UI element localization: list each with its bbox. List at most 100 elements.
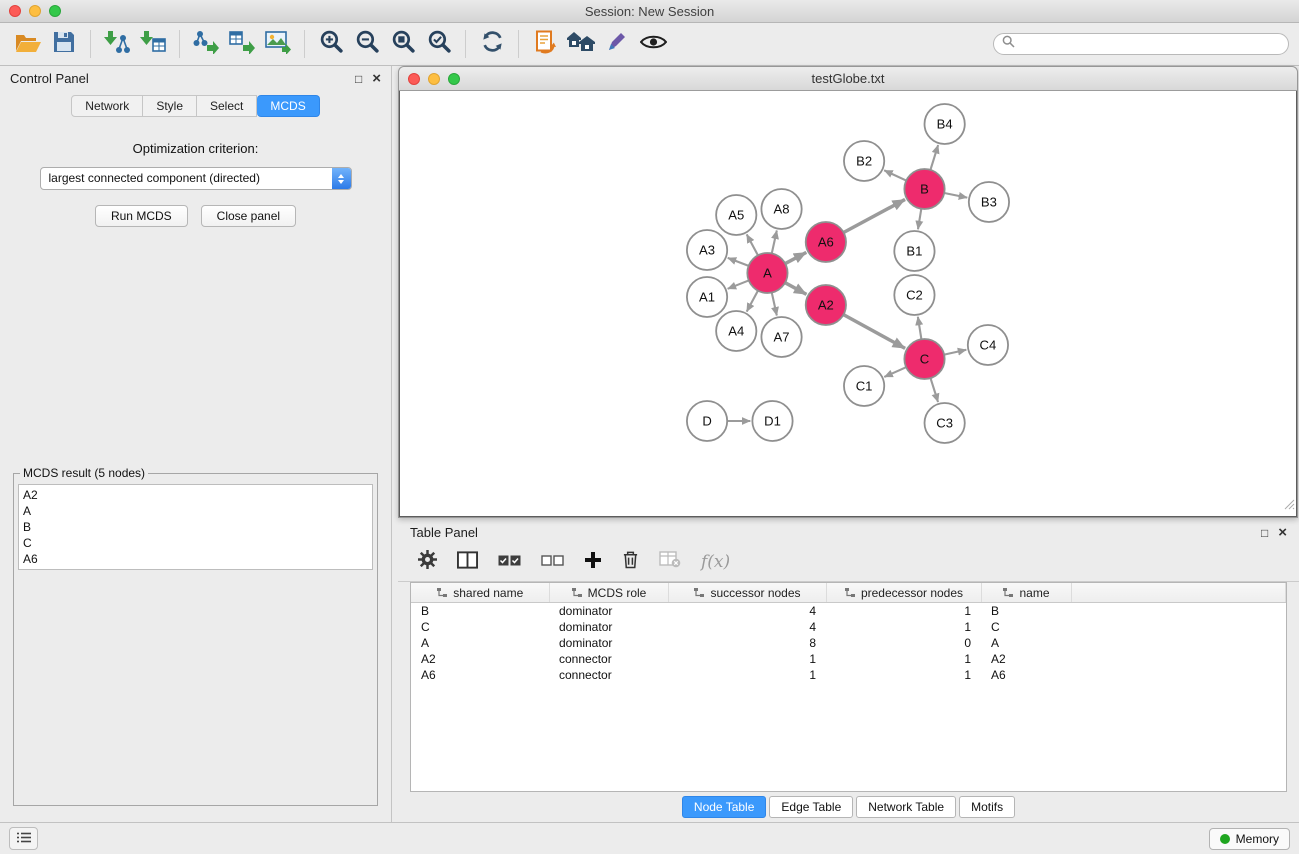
- tab-network-table[interactable]: Network Table: [856, 796, 956, 818]
- graph-edge-A2-C[interactable]: [843, 315, 905, 349]
- zoom-in-button[interactable]: [313, 27, 349, 61]
- result-list-item[interactable]: A6: [23, 551, 368, 567]
- function-builder-button[interactable]: f(x): [701, 552, 730, 572]
- table-row[interactable]: Adominator80A: [411, 635, 1286, 651]
- run-mcds-button[interactable]: Run MCDS: [95, 205, 188, 227]
- mcds-result-list[interactable]: A2ABCA6: [18, 484, 373, 570]
- export-image-button[interactable]: [260, 27, 296, 61]
- table-cell[interactable]: A: [981, 635, 1071, 651]
- zoom-network-window-button[interactable]: [448, 73, 460, 85]
- tab-style[interactable]: Style: [143, 95, 197, 117]
- table-row[interactable]: A2connector11A2: [411, 651, 1286, 667]
- snapshot-button[interactable]: [527, 27, 563, 61]
- select-columns-button[interactable]: [457, 551, 478, 574]
- table-cell[interactable]: connector: [549, 667, 668, 683]
- add-row-button[interactable]: [584, 551, 602, 574]
- import-network-button[interactable]: [99, 27, 135, 61]
- search-input[interactable]: [1020, 36, 1280, 52]
- table-row[interactable]: A6connector11A6: [411, 667, 1286, 683]
- tab-node-table[interactable]: Node Table: [682, 796, 767, 818]
- resize-grip-icon[interactable]: [1283, 497, 1295, 515]
- deselect-all-rows-button[interactable]: [541, 553, 564, 571]
- memory-button[interactable]: Memory: [1209, 828, 1290, 850]
- column-header-name[interactable]: name: [981, 583, 1071, 603]
- float-table-panel-icon[interactable]: □: [1261, 527, 1268, 539]
- close-table-panel-icon[interactable]: ×: [1278, 527, 1287, 539]
- network-canvas[interactable]: B4B2BB3A5A8A6A3B1AC2A1A2A4A7C4CC1DD1C3: [399, 91, 1297, 517]
- node-table[interactable]: shared nameMCDS rolesuccessor nodesprede…: [410, 582, 1287, 792]
- table-cell[interactable]: C: [981, 619, 1071, 635]
- graph-edge-A-A1[interactable]: [728, 280, 749, 288]
- table-cell[interactable]: connector: [549, 651, 668, 667]
- table-cell[interactable]: dominator: [549, 619, 668, 635]
- table-cell[interactable]: A2: [981, 651, 1071, 667]
- table-cell[interactable]: 4: [668, 603, 826, 620]
- zoom-out-button[interactable]: [349, 27, 385, 61]
- graph-edge-B-B2[interactable]: [884, 170, 906, 180]
- column-header-successor-nodes[interactable]: successor nodes: [668, 583, 826, 603]
- graph-edge-A-A3[interactable]: [728, 258, 749, 266]
- import-table-button[interactable]: [135, 27, 171, 61]
- table-cell[interactable]: 0: [826, 635, 981, 651]
- float-panel-icon[interactable]: □: [355, 73, 362, 85]
- column-header-MCDS-role[interactable]: MCDS role: [549, 583, 668, 603]
- close-network-window-button[interactable]: [408, 73, 420, 85]
- table-cell[interactable]: A6: [981, 667, 1071, 683]
- zoom-selected-button[interactable]: [421, 27, 457, 61]
- graph-edge-A-A8[interactable]: [772, 230, 777, 253]
- export-network-button[interactable]: [188, 27, 224, 61]
- save-session-button[interactable]: [46, 27, 82, 61]
- zoom-fit-button[interactable]: [385, 27, 421, 61]
- graph-edge-C-C2[interactable]: [918, 317, 922, 340]
- table-cell[interactable]: A6: [411, 667, 549, 683]
- graph-edge-A6-B[interactable]: [844, 199, 905, 232]
- birdseye-view-button[interactable]: [563, 27, 599, 61]
- table-cell[interactable]: dominator: [549, 635, 668, 651]
- zoom-window-button[interactable]: [49, 5, 61, 17]
- table-row[interactable]: Cdominator41C: [411, 619, 1286, 635]
- table-cell[interactable]: dominator: [549, 603, 668, 620]
- table-row[interactable]: Bdominator41B: [411, 603, 1286, 620]
- tab-edge-table[interactable]: Edge Table: [769, 796, 853, 818]
- table-cell[interactable]: C: [411, 619, 549, 635]
- show-hide-details-button[interactable]: [635, 27, 671, 61]
- close-panel-button[interactable]: Close panel: [201, 205, 296, 227]
- result-list-item[interactable]: A2: [23, 487, 368, 503]
- result-list-item[interactable]: A: [23, 503, 368, 519]
- close-panel-icon[interactable]: ×: [372, 73, 381, 85]
- tab-motifs[interactable]: Motifs: [959, 796, 1015, 818]
- minimize-network-window-button[interactable]: [428, 73, 440, 85]
- graph-edge-B-B3[interactable]: [944, 193, 967, 198]
- table-cell[interactable]: B: [981, 603, 1071, 620]
- select-all-rows-button[interactable]: [498, 553, 521, 571]
- column-header-shared-name[interactable]: shared name: [411, 583, 549, 603]
- table-cell[interactable]: A2: [411, 651, 549, 667]
- show-panels-button[interactable]: [9, 827, 38, 850]
- table-cell[interactable]: 1: [826, 651, 981, 667]
- result-list-item[interactable]: C: [23, 535, 368, 551]
- table-cell[interactable]: 1: [668, 651, 826, 667]
- search-box[interactable]: [993, 33, 1289, 55]
- open-session-button[interactable]: [10, 27, 46, 61]
- tab-select[interactable]: Select: [197, 95, 257, 117]
- table-cell[interactable]: 1: [668, 667, 826, 683]
- table-cell[interactable]: 1: [826, 667, 981, 683]
- graph-edge-C-C1[interactable]: [884, 367, 906, 377]
- graph-edge-A-A6[interactable]: [785, 252, 806, 263]
- delete-rows-button[interactable]: [622, 550, 639, 574]
- column-header-predecessor-nodes[interactable]: predecessor nodes: [826, 583, 981, 603]
- table-cell[interactable]: 8: [668, 635, 826, 651]
- table-cell[interactable]: 1: [826, 619, 981, 635]
- graph-edge-A-A2[interactable]: [785, 283, 806, 295]
- criterion-dropdown[interactable]: largest connected component (directed): [40, 167, 352, 190]
- table-cell[interactable]: 4: [668, 619, 826, 635]
- export-table-button[interactable]: [224, 27, 260, 61]
- table-cell[interactable]: 1: [826, 603, 981, 620]
- graph-edge-A-A7[interactable]: [772, 293, 777, 316]
- result-list-item[interactable]: B: [23, 519, 368, 535]
- table-cell[interactable]: A: [411, 635, 549, 651]
- minimize-window-button[interactable]: [29, 5, 41, 17]
- graph-edge-C-C4[interactable]: [944, 350, 966, 355]
- graph-edge-C-C3[interactable]: [931, 378, 939, 402]
- tab-network[interactable]: Network: [71, 95, 143, 117]
